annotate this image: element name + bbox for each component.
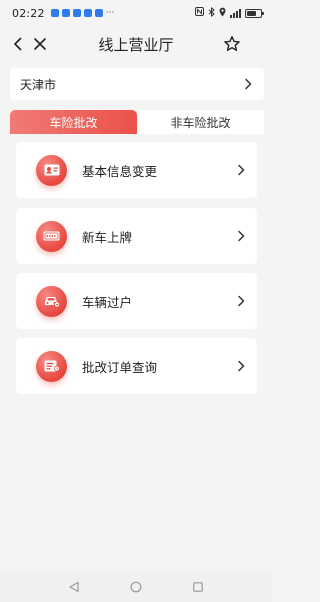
order-list-icon: [36, 350, 67, 382]
header-bar: 线上营业厅: [0, 26, 272, 62]
car-transfer-icon: [36, 285, 67, 317]
recents-square-icon[interactable]: [191, 580, 205, 594]
nfc-icon: [195, 7, 204, 19]
menu-item-label: 新车上牌: [82, 229, 133, 245]
system-nav-bar: [0, 572, 272, 602]
app-icon: [83, 9, 92, 17]
app-icon: [50, 9, 59, 17]
chevron-right-icon: [235, 230, 247, 242]
bluetooth-icon: [208, 6, 215, 20]
home-circle-icon[interactable]: [129, 580, 143, 594]
chevron-right-icon: [235, 164, 247, 176]
tab-bar: 车险批改 非车险批改: [10, 110, 264, 134]
status-bar: 02:22 ···: [0, 0, 272, 26]
close-icon[interactable]: [28, 32, 52, 56]
menu-item-basic-info-change[interactable]: 基本信息变更: [16, 142, 257, 198]
notification-icons: ···: [50, 8, 115, 18]
chevron-right-icon: [242, 78, 254, 90]
star-icon[interactable]: [220, 32, 244, 56]
chevron-right-icon: [235, 360, 247, 372]
battery-icon: [245, 8, 264, 18]
city-selector[interactable]: 天津市: [10, 68, 264, 100]
menu-item-vehicle-transfer[interactable]: 车辆过户: [16, 273, 257, 329]
menu-item-label: 基本信息变更: [82, 163, 158, 179]
id-card-icon: [36, 154, 67, 186]
menu-item-new-car-registration[interactable]: 新车上牌: [16, 208, 257, 264]
app-icon: [94, 9, 103, 17]
menu-item-label: 批改订单查询: [82, 359, 158, 375]
tab-non-vehicle-insurance-endorsement[interactable]: 非车险批改: [137, 110, 264, 134]
signal-icon: [230, 8, 241, 18]
menu-item-endorsement-order-query[interactable]: 批改订单查询: [16, 338, 257, 394]
city-name: 天津市: [20, 77, 57, 92]
battery-level: [247, 10, 257, 16]
location-icon: [219, 7, 226, 20]
chevron-right-icon: [235, 295, 247, 307]
more-notifications-icon: ···: [105, 8, 115, 18]
status-icons: [195, 6, 264, 20]
back-icon[interactable]: [6, 32, 30, 56]
license-plate-icon: [36, 220, 67, 252]
menu-item-label: 车辆过户: [82, 294, 133, 310]
tab-vehicle-insurance-endorsement[interactable]: 车险批改: [10, 110, 137, 134]
app-icon: [72, 9, 81, 17]
back-triangle-icon[interactable]: [67, 580, 81, 594]
app-icon: [61, 9, 70, 17]
status-time: 02:22: [12, 6, 45, 20]
